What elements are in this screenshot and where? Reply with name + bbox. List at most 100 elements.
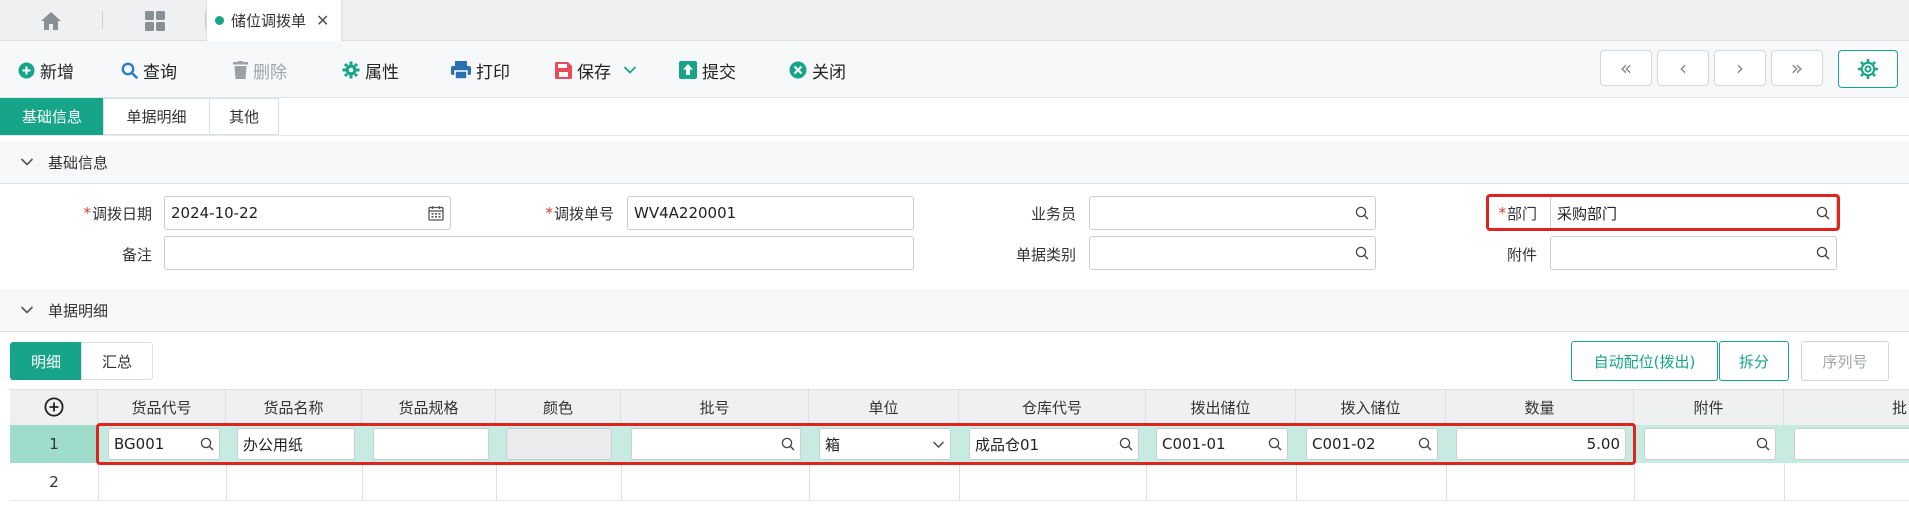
col-unit[interactable]: 单位	[809, 389, 959, 425]
remark-field[interactable]	[164, 236, 914, 270]
required-mark: *	[545, 204, 553, 222]
department-field[interactable]: 采购部门	[1550, 196, 1837, 230]
row-number: 1	[10, 425, 98, 463]
search-icon[interactable]	[1816, 206, 1830, 220]
item-name-cell[interactable]: 办公用纸	[237, 428, 355, 460]
add-row-button[interactable]	[10, 389, 98, 425]
query-label: 查询	[143, 62, 177, 83]
col-to-bin[interactable]: 拨入储位	[1296, 389, 1446, 425]
quantity-cell[interactable]: 5.00	[1456, 428, 1626, 460]
col-item-code[interactable]: 货品代号	[98, 389, 226, 425]
department-label-text: 部门	[1506, 204, 1537, 223]
doc-category-label: 单据类别	[1015, 245, 1076, 264]
submit-label: 提交	[702, 62, 736, 83]
tab-storage-transfer[interactable]: 储位调拨单 ✕	[206, 0, 342, 41]
to-bin-value: C001-02	[1312, 435, 1376, 453]
grid-line	[1634, 425, 1635, 500]
submit-button[interactable]: 提交	[679, 57, 736, 83]
save-button[interactable]: 保存	[555, 57, 637, 83]
calendar-icon[interactable]	[428, 205, 444, 221]
col-quantity[interactable]: 数量	[1446, 389, 1634, 425]
grid-line	[1446, 425, 1447, 500]
col-from-bin[interactable]: 拨出储位	[1146, 389, 1296, 425]
basic-info-group-header[interactable]: 基础信息	[0, 141, 1909, 184]
item-code-cell[interactable]: BG001	[108, 428, 220, 460]
section-tab-detail[interactable]: 单据明细	[103, 98, 210, 135]
row-batch-cell-partial[interactable]	[1794, 428, 1909, 460]
tab-label: 储位调拨单	[231, 12, 307, 30]
grid-line	[1296, 425, 1297, 500]
save-icon	[555, 61, 572, 79]
apps-grid-icon[interactable]	[140, 8, 170, 34]
first-record-button[interactable]: «	[1600, 50, 1652, 86]
transfer-no-field[interactable]: WV4A220001	[627, 196, 914, 230]
detail-tab-lines[interactable]: 明细	[10, 342, 82, 380]
col-batch[interactable]: 批号	[621, 389, 809, 425]
attachment-field[interactable]	[1550, 236, 1837, 270]
settings-gear-icon	[1857, 58, 1879, 80]
detail-tab-summary[interactable]: 汇总	[81, 342, 153, 380]
item-name-value: 办公用纸	[243, 435, 304, 454]
last-record-button[interactable]: »	[1771, 50, 1823, 86]
properties-button[interactable]: 属性	[342, 57, 399, 83]
section-tab-basic[interactable]: 基础信息	[0, 98, 104, 135]
transfer-no-label: * 调拨单号	[500, 197, 614, 229]
previous-record-button[interactable]: ‹	[1657, 50, 1709, 86]
search-icon[interactable]	[1816, 246, 1830, 260]
grid-line	[621, 425, 622, 500]
search-icon[interactable]	[1355, 206, 1369, 220]
col-spec[interactable]: 货品规格	[362, 389, 496, 425]
settings-button[interactable]	[1838, 50, 1898, 88]
row-attachment-cell[interactable]	[1644, 428, 1776, 460]
salesperson-field[interactable]	[1089, 196, 1376, 230]
search-icon[interactable]	[1119, 437, 1133, 451]
col-attachment[interactable]: 附件	[1634, 389, 1784, 425]
spec-cell[interactable]	[373, 428, 489, 460]
row-number: 2	[49, 472, 59, 491]
detail-title: 单据明细	[48, 301, 109, 320]
department-value: 采购部门	[1557, 204, 1618, 223]
delete-button[interactable]: 删除	[233, 57, 287, 83]
search-icon[interactable]	[781, 437, 795, 451]
new-button[interactable]: 新增	[18, 57, 74, 83]
chevron-down-icon[interactable]	[623, 65, 637, 75]
home-icon[interactable]	[30, 8, 72, 34]
close-tab-icon[interactable]: ✕	[316, 11, 329, 30]
grid-line	[809, 425, 810, 500]
search-icon[interactable]	[1756, 437, 1770, 451]
grid-line	[98, 425, 99, 500]
warehouse-cell[interactable]: 成品仓01	[969, 428, 1139, 460]
salesperson-label: 业务员	[1030, 204, 1076, 223]
transfer-no-value: WV4A220001	[634, 204, 737, 222]
search-icon[interactable]	[1355, 246, 1369, 260]
col-batch-partial[interactable]: 批	[1784, 389, 1909, 425]
batch-cell[interactable]	[631, 428, 801, 460]
trash-icon	[233, 61, 248, 79]
search-icon[interactable]	[1418, 437, 1432, 451]
transfer-date-field[interactable]: 2024-10-22	[164, 196, 451, 230]
print-button[interactable]: 打印	[451, 57, 510, 83]
grid-line	[226, 425, 227, 500]
col-item-name[interactable]: 货品名称	[226, 389, 362, 425]
unit-select[interactable]: 箱	[819, 428, 951, 460]
doc-category-field[interactable]	[1089, 236, 1376, 270]
close-button[interactable]: 关闭	[789, 57, 846, 83]
col-warehouse[interactable]: 仓库代号	[959, 389, 1146, 425]
search-icon[interactable]	[200, 437, 214, 451]
auto-allocate-button[interactable]: 自动配位(拨出)	[1571, 341, 1718, 381]
to-bin-cell[interactable]: C001-02	[1306, 428, 1438, 460]
grid-line	[1146, 425, 1147, 500]
section-tab-other[interactable]: 其他	[209, 98, 279, 135]
close-circle-icon	[789, 61, 807, 79]
search-icon[interactable]	[1268, 437, 1282, 451]
query-button[interactable]: 查询	[121, 57, 177, 83]
new-label: 新增	[40, 62, 74, 83]
required-mark: *	[83, 204, 91, 222]
detail-group-header[interactable]: 单据明细	[0, 289, 1909, 332]
next-record-button[interactable]: ›	[1714, 50, 1766, 86]
color-cell	[506, 428, 612, 460]
col-color[interactable]: 颜色	[496, 389, 621, 425]
from-bin-cell[interactable]: C001-01	[1156, 428, 1288, 460]
serial-number-button[interactable]: 序列号	[1801, 341, 1889, 381]
split-button[interactable]: 拆分	[1719, 341, 1789, 381]
